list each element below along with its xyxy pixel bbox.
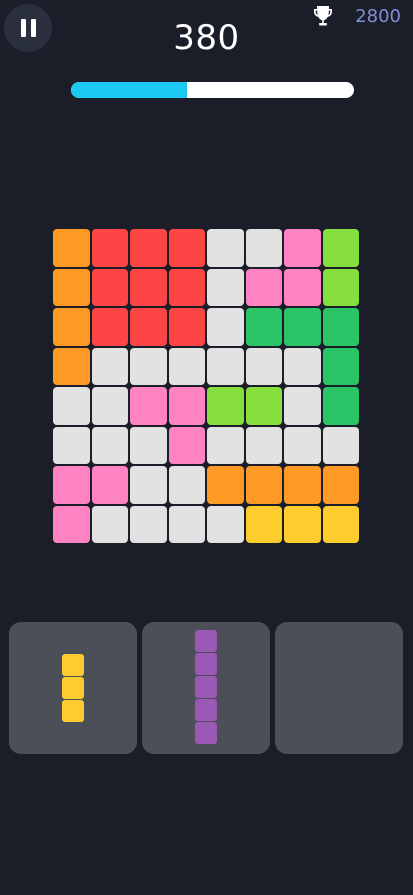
board-cell-orange <box>245 466 282 504</box>
board-cell-pink <box>91 466 128 504</box>
board-cell-lime <box>322 229 359 267</box>
board-cell-gray <box>91 426 128 464</box>
board-cell-lime <box>322 268 359 306</box>
board-cell-gray <box>245 347 282 385</box>
board-cell-lime <box>245 387 282 425</box>
board-cell-gray <box>130 505 167 543</box>
board-cell-gray <box>168 347 205 385</box>
piece-tray-2[interactable] <box>142 622 270 754</box>
board-cell-gray <box>91 347 128 385</box>
board-cell-gray <box>245 229 282 267</box>
board-cell-orange <box>53 347 90 385</box>
board-cell-red <box>91 229 128 267</box>
game-board[interactable] <box>53 229 359 543</box>
board-cell-gray <box>284 426 321 464</box>
level-progress-bar <box>71 82 354 98</box>
board-cell-pink <box>168 387 205 425</box>
board-cell-gray <box>207 426 244 464</box>
board-cell-red <box>91 268 128 306</box>
board-cell-yellow <box>284 505 321 543</box>
piece-tray-3 <box>275 622 403 754</box>
board-cell-gray <box>168 466 205 504</box>
board-cell-orange <box>322 466 359 504</box>
board-cell-green <box>245 308 282 346</box>
board-cell-gray <box>245 426 282 464</box>
board-cell-green <box>322 308 359 346</box>
piece-block <box>195 630 217 652</box>
board-cell-gray <box>130 426 167 464</box>
best-score-value: 2800 <box>355 5 401 27</box>
board-cell-gray <box>322 426 359 464</box>
piece-block <box>195 722 217 744</box>
board-cell-red <box>130 268 167 306</box>
piece-tray-1[interactable] <box>9 622 137 754</box>
piece-yellow-vertical-3[interactable] <box>62 654 84 722</box>
board-cell-orange <box>207 466 244 504</box>
piece-block <box>195 699 217 721</box>
board-cell-gray <box>53 426 90 464</box>
board-cell-pink <box>284 229 321 267</box>
board-cell-gray <box>130 466 167 504</box>
board-cell-yellow <box>245 505 282 543</box>
board-cell-orange <box>53 268 90 306</box>
board-cell-gray <box>53 387 90 425</box>
best-score: 2800 <box>311 4 401 28</box>
board-cell-pink <box>245 268 282 306</box>
board-cell-red <box>168 229 205 267</box>
board-cell-gray <box>130 347 167 385</box>
board-cell-gray <box>91 387 128 425</box>
board-cell-gray <box>284 387 321 425</box>
piece-block <box>62 677 84 699</box>
level-progress-fill <box>71 82 188 98</box>
board-cell-green <box>284 308 321 346</box>
board-cell-pink <box>168 426 205 464</box>
piece-block <box>62 654 84 676</box>
piece-block <box>195 676 217 698</box>
board-cell-red <box>168 308 205 346</box>
board-cell-green <box>322 387 359 425</box>
board-cell-gray <box>207 347 244 385</box>
board-cell-orange <box>53 308 90 346</box>
board-cell-red <box>168 268 205 306</box>
board-cell-lime <box>207 387 244 425</box>
board-cell-gray <box>207 505 244 543</box>
board-cell-red <box>91 308 128 346</box>
board-cell-gray <box>207 229 244 267</box>
board-cell-pink <box>53 505 90 543</box>
board-cell-green <box>322 347 359 385</box>
trophy-icon <box>314 6 333 26</box>
board-cell-gray <box>168 505 205 543</box>
board-cell-pink <box>130 387 167 425</box>
board-cell-orange <box>284 466 321 504</box>
piece-block <box>62 700 84 722</box>
board-cell-gray <box>284 347 321 385</box>
board-cell-gray <box>91 505 128 543</box>
board-cell-orange <box>53 229 90 267</box>
piece-purple-vertical-5[interactable] <box>195 630 217 744</box>
board-cell-pink <box>284 268 321 306</box>
board-cell-yellow <box>322 505 359 543</box>
board-cell-gray <box>207 268 244 306</box>
board-cell-red <box>130 229 167 267</box>
piece-block <box>195 653 217 675</box>
board-cell-red <box>130 308 167 346</box>
board-cell-gray <box>207 308 244 346</box>
board-cell-pink <box>53 466 90 504</box>
